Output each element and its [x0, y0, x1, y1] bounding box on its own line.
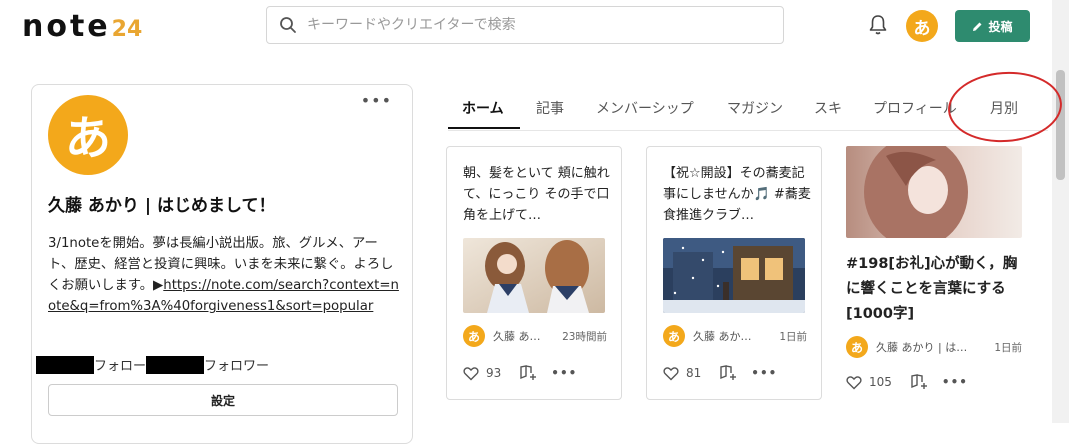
article-thumbnail[interactable] — [463, 238, 605, 313]
user-avatar[interactable]: あ — [906, 10, 938, 42]
post-button[interactable]: 投稿 — [955, 10, 1030, 42]
author-name[interactable]: 久藤 あ… — [493, 328, 562, 344]
magazine-add-icon[interactable] — [910, 374, 928, 390]
logo-text: note — [22, 9, 111, 44]
avatar-char: あ — [65, 111, 111, 165]
more-icon[interactable]: ••• — [361, 91, 392, 110]
search-input[interactable] — [305, 16, 749, 34]
article-actions: 93 ••• — [463, 365, 577, 381]
article-actions: 81 ••• — [663, 365, 777, 381]
author-name[interactable]: 久藤 あかり | は… — [876, 339, 994, 355]
follow-stats: フォロー フォロワー — [36, 355, 269, 374]
redacted-follower-count — [146, 355, 205, 374]
more-icon[interactable]: ••• — [551, 366, 577, 380]
post-label: 投稿 — [988, 19, 1013, 34]
author-avatar[interactable]: あ — [463, 325, 485, 347]
magazine-add-icon[interactable] — [719, 365, 737, 381]
article-title[interactable]: 【祝☆開設】その蕎麦記事にしませんか🎵 #蕎麦食推進クラブ… — [663, 163, 811, 226]
search-box[interactable] — [266, 6, 784, 44]
article-thumbnail[interactable] — [846, 146, 1022, 238]
tab-profile[interactable]: プロフィール — [873, 98, 957, 118]
note-logo[interactable]: note 24 — [22, 10, 142, 44]
post-time: 23時間前 — [562, 330, 607, 343]
author-avatar[interactable]: あ — [846, 336, 868, 358]
active-tab-indicator — [448, 127, 520, 129]
more-icon[interactable]: ••• — [942, 375, 968, 389]
author-avatar[interactable]: あ — [663, 325, 685, 347]
tab-magazine[interactable]: マガジン — [727, 98, 783, 118]
author-name[interactable]: 久藤 あか… — [693, 328, 779, 344]
heart-icon[interactable] — [846, 375, 862, 390]
article-title[interactable]: 朝、髪をといて 頬に触れて、にっこり その手で口角を上げて… — [463, 163, 611, 226]
settings-button[interactable]: 設定 — [48, 384, 398, 416]
search-icon — [280, 17, 296, 33]
article-title[interactable]: #198[お礼]心が動く，胸に響くことを言葉にする[1000字] — [846, 252, 1026, 327]
profile-avatar[interactable]: あ — [48, 95, 128, 175]
tab-home[interactable]: ホーム — [462, 98, 504, 118]
article-card[interactable]: 【祝☆開設】その蕎麦記事にしませんか🎵 #蕎麦食推進クラブ… あ 久藤 あか… … — [646, 146, 822, 400]
post-time: 1日前 — [994, 341, 1022, 354]
article-card[interactable]: 朝、髪をといて 頬に触れて、にっこり その手で口角を上げて… あ 久藤 あ… 2… — [446, 146, 622, 400]
article-meta: あ 久藤 あか… 1日前 — [663, 325, 807, 347]
like-count: 93 — [486, 366, 502, 380]
pencil-icon — [973, 22, 982, 31]
follow-label[interactable]: フォロー — [94, 355, 146, 374]
tab-membership[interactable]: メンバーシップ — [596, 98, 694, 118]
like-count: 81 — [686, 366, 702, 380]
article-actions: 105 ••• — [846, 374, 968, 390]
bell-icon — [869, 15, 887, 35]
article-meta: あ 久藤 あ… 23時間前 — [463, 325, 607, 347]
more-icon[interactable]: ••• — [751, 366, 777, 380]
heart-icon[interactable] — [663, 366, 679, 381]
heart-icon[interactable] — [463, 366, 479, 381]
scrollbar-thumb[interactable] — [1056, 70, 1065, 180]
profile-bio: 3/1noteを開始。夢は長編小説出版。旅、グルメ、アート、歴史、経営と投資に興… — [48, 233, 400, 317]
redacted-follow-count — [36, 355, 94, 374]
profile-card: ••• あ 久藤 あかり | はじめまして！ 3/1noteを開始。夢は長編小説… — [31, 84, 413, 444]
follower-label[interactable]: フォロワー — [204, 355, 269, 374]
profile-name: 久藤 あかり | はじめまして！ — [48, 196, 276, 216]
tab-likes[interactable]: スキ — [814, 98, 842, 118]
avatar-char: あ — [913, 18, 931, 39]
like-count: 105 — [869, 375, 892, 389]
article-meta: あ 久藤 あかり | は… 1日前 — [846, 336, 1022, 358]
red-annotation-circle — [945, 68, 1065, 146]
featured-article[interactable]: #198[お礼]心が動く，胸に響くことを言葉にする[1000字] あ 久藤 あか… — [846, 146, 1026, 406]
magazine-add-icon[interactable] — [519, 365, 537, 381]
scrollbar[interactable] — [1052, 0, 1069, 423]
article-thumbnail[interactable] — [663, 238, 805, 313]
tab-articles[interactable]: 記事 — [536, 98, 564, 118]
post-time: 1日前 — [779, 330, 807, 343]
logo-badge: 24 — [111, 17, 143, 42]
notification-button[interactable] — [868, 14, 888, 40]
